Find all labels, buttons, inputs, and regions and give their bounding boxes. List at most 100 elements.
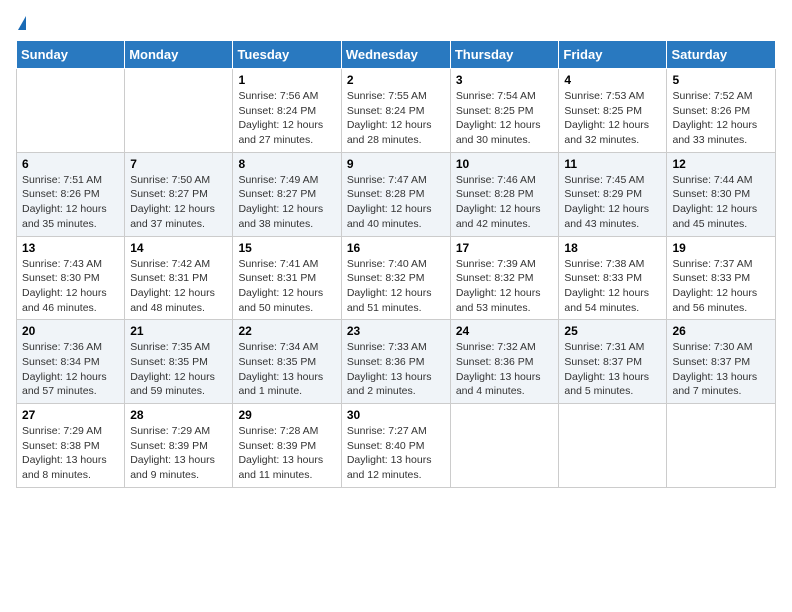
logo <box>16 16 26 30</box>
day-info: Sunrise: 7:28 AMSunset: 8:39 PMDaylight:… <box>238 425 323 481</box>
day-cell <box>17 69 125 153</box>
day-info: Sunrise: 7:33 AMSunset: 8:36 PMDaylight:… <box>347 341 432 397</box>
day-number: 5 <box>672 73 770 87</box>
day-cell: 8 Sunrise: 7:49 AMSunset: 8:27 PMDayligh… <box>233 152 341 236</box>
week-row-1: 1 Sunrise: 7:56 AMSunset: 8:24 PMDayligh… <box>17 69 776 153</box>
day-cell: 16 Sunrise: 7:40 AMSunset: 8:32 PMDaylig… <box>341 236 450 320</box>
day-info: Sunrise: 7:49 AMSunset: 8:27 PMDaylight:… <box>238 174 323 230</box>
day-number: 29 <box>238 408 335 422</box>
day-cell: 26 Sunrise: 7:30 AMSunset: 8:37 PMDaylig… <box>667 320 776 404</box>
day-info: Sunrise: 7:32 AMSunset: 8:36 PMDaylight:… <box>456 341 541 397</box>
day-info: Sunrise: 7:30 AMSunset: 8:37 PMDaylight:… <box>672 341 757 397</box>
day-cell: 22 Sunrise: 7:34 AMSunset: 8:35 PMDaylig… <box>233 320 341 404</box>
column-header-wednesday: Wednesday <box>341 41 450 69</box>
day-info: Sunrise: 7:29 AMSunset: 8:39 PMDaylight:… <box>130 425 215 481</box>
day-cell <box>125 69 233 153</box>
day-number: 16 <box>347 241 445 255</box>
week-row-2: 6 Sunrise: 7:51 AMSunset: 8:26 PMDayligh… <box>17 152 776 236</box>
day-info: Sunrise: 7:38 AMSunset: 8:33 PMDaylight:… <box>564 258 649 314</box>
day-number: 26 <box>672 324 770 338</box>
day-info: Sunrise: 7:53 AMSunset: 8:25 PMDaylight:… <box>564 90 649 146</box>
day-info: Sunrise: 7:46 AMSunset: 8:28 PMDaylight:… <box>456 174 541 230</box>
day-info: Sunrise: 7:27 AMSunset: 8:40 PMDaylight:… <box>347 425 432 481</box>
day-info: Sunrise: 7:56 AMSunset: 8:24 PMDaylight:… <box>238 90 323 146</box>
week-row-3: 13 Sunrise: 7:43 AMSunset: 8:30 PMDaylig… <box>17 236 776 320</box>
day-info: Sunrise: 7:35 AMSunset: 8:35 PMDaylight:… <box>130 341 215 397</box>
day-number: 14 <box>130 241 227 255</box>
day-info: Sunrise: 7:39 AMSunset: 8:32 PMDaylight:… <box>456 258 541 314</box>
day-cell: 24 Sunrise: 7:32 AMSunset: 8:36 PMDaylig… <box>450 320 559 404</box>
day-cell: 15 Sunrise: 7:41 AMSunset: 8:31 PMDaylig… <box>233 236 341 320</box>
day-cell: 5 Sunrise: 7:52 AMSunset: 8:26 PMDayligh… <box>667 69 776 153</box>
day-info: Sunrise: 7:36 AMSunset: 8:34 PMDaylight:… <box>22 341 107 397</box>
day-cell: 17 Sunrise: 7:39 AMSunset: 8:32 PMDaylig… <box>450 236 559 320</box>
day-info: Sunrise: 7:52 AMSunset: 8:26 PMDaylight:… <box>672 90 757 146</box>
day-number: 24 <box>456 324 554 338</box>
column-header-sunday: Sunday <box>17 41 125 69</box>
day-number: 20 <box>22 324 119 338</box>
day-number: 19 <box>672 241 770 255</box>
day-number: 17 <box>456 241 554 255</box>
day-number: 25 <box>564 324 661 338</box>
day-cell: 28 Sunrise: 7:29 AMSunset: 8:39 PMDaylig… <box>125 404 233 488</box>
day-cell: 19 Sunrise: 7:37 AMSunset: 8:33 PMDaylig… <box>667 236 776 320</box>
day-number: 12 <box>672 157 770 171</box>
header <box>16 16 776 30</box>
day-number: 3 <box>456 73 554 87</box>
day-number: 18 <box>564 241 661 255</box>
day-cell: 30 Sunrise: 7:27 AMSunset: 8:40 PMDaylig… <box>341 404 450 488</box>
day-number: 8 <box>238 157 335 171</box>
day-cell: 14 Sunrise: 7:42 AMSunset: 8:31 PMDaylig… <box>125 236 233 320</box>
day-number: 9 <box>347 157 445 171</box>
day-cell: 2 Sunrise: 7:55 AMSunset: 8:24 PMDayligh… <box>341 69 450 153</box>
day-number: 4 <box>564 73 661 87</box>
day-cell: 18 Sunrise: 7:38 AMSunset: 8:33 PMDaylig… <box>559 236 667 320</box>
day-cell: 25 Sunrise: 7:31 AMSunset: 8:37 PMDaylig… <box>559 320 667 404</box>
column-header-saturday: Saturday <box>667 41 776 69</box>
day-cell: 9 Sunrise: 7:47 AMSunset: 8:28 PMDayligh… <box>341 152 450 236</box>
day-cell: 29 Sunrise: 7:28 AMSunset: 8:39 PMDaylig… <box>233 404 341 488</box>
day-number: 1 <box>238 73 335 87</box>
day-cell: 1 Sunrise: 7:56 AMSunset: 8:24 PMDayligh… <box>233 69 341 153</box>
day-info: Sunrise: 7:51 AMSunset: 8:26 PMDaylight:… <box>22 174 107 230</box>
day-number: 2 <box>347 73 445 87</box>
day-info: Sunrise: 7:40 AMSunset: 8:32 PMDaylight:… <box>347 258 432 314</box>
day-cell: 21 Sunrise: 7:35 AMSunset: 8:35 PMDaylig… <box>125 320 233 404</box>
day-info: Sunrise: 7:29 AMSunset: 8:38 PMDaylight:… <box>22 425 107 481</box>
logo-triangle-icon <box>18 16 26 30</box>
day-cell: 12 Sunrise: 7:44 AMSunset: 8:30 PMDaylig… <box>667 152 776 236</box>
day-cell: 4 Sunrise: 7:53 AMSunset: 8:25 PMDayligh… <box>559 69 667 153</box>
day-number: 7 <box>130 157 227 171</box>
column-header-monday: Monday <box>125 41 233 69</box>
day-cell <box>559 404 667 488</box>
day-number: 6 <box>22 157 119 171</box>
day-info: Sunrise: 7:47 AMSunset: 8:28 PMDaylight:… <box>347 174 432 230</box>
day-cell: 3 Sunrise: 7:54 AMSunset: 8:25 PMDayligh… <box>450 69 559 153</box>
calendar-table: SundayMondayTuesdayWednesdayThursdayFrid… <box>16 40 776 488</box>
day-info: Sunrise: 7:34 AMSunset: 8:35 PMDaylight:… <box>238 341 323 397</box>
day-info: Sunrise: 7:37 AMSunset: 8:33 PMDaylight:… <box>672 258 757 314</box>
day-number: 22 <box>238 324 335 338</box>
day-number: 11 <box>564 157 661 171</box>
day-info: Sunrise: 7:43 AMSunset: 8:30 PMDaylight:… <box>22 258 107 314</box>
column-header-tuesday: Tuesday <box>233 41 341 69</box>
column-header-thursday: Thursday <box>450 41 559 69</box>
week-row-5: 27 Sunrise: 7:29 AMSunset: 8:38 PMDaylig… <box>17 404 776 488</box>
day-cell: 20 Sunrise: 7:36 AMSunset: 8:34 PMDaylig… <box>17 320 125 404</box>
day-info: Sunrise: 7:45 AMSunset: 8:29 PMDaylight:… <box>564 174 649 230</box>
day-cell: 27 Sunrise: 7:29 AMSunset: 8:38 PMDaylig… <box>17 404 125 488</box>
day-number: 23 <box>347 324 445 338</box>
day-cell: 11 Sunrise: 7:45 AMSunset: 8:29 PMDaylig… <box>559 152 667 236</box>
day-cell: 10 Sunrise: 7:46 AMSunset: 8:28 PMDaylig… <box>450 152 559 236</box>
week-row-4: 20 Sunrise: 7:36 AMSunset: 8:34 PMDaylig… <box>17 320 776 404</box>
day-info: Sunrise: 7:50 AMSunset: 8:27 PMDaylight:… <box>130 174 215 230</box>
calendar-header-row: SundayMondayTuesdayWednesdayThursdayFrid… <box>17 41 776 69</box>
day-number: 30 <box>347 408 445 422</box>
day-number: 13 <box>22 241 119 255</box>
day-info: Sunrise: 7:55 AMSunset: 8:24 PMDaylight:… <box>347 90 432 146</box>
day-cell: 6 Sunrise: 7:51 AMSunset: 8:26 PMDayligh… <box>17 152 125 236</box>
day-info: Sunrise: 7:44 AMSunset: 8:30 PMDaylight:… <box>672 174 757 230</box>
day-number: 27 <box>22 408 119 422</box>
day-info: Sunrise: 7:41 AMSunset: 8:31 PMDaylight:… <box>238 258 323 314</box>
day-cell <box>450 404 559 488</box>
